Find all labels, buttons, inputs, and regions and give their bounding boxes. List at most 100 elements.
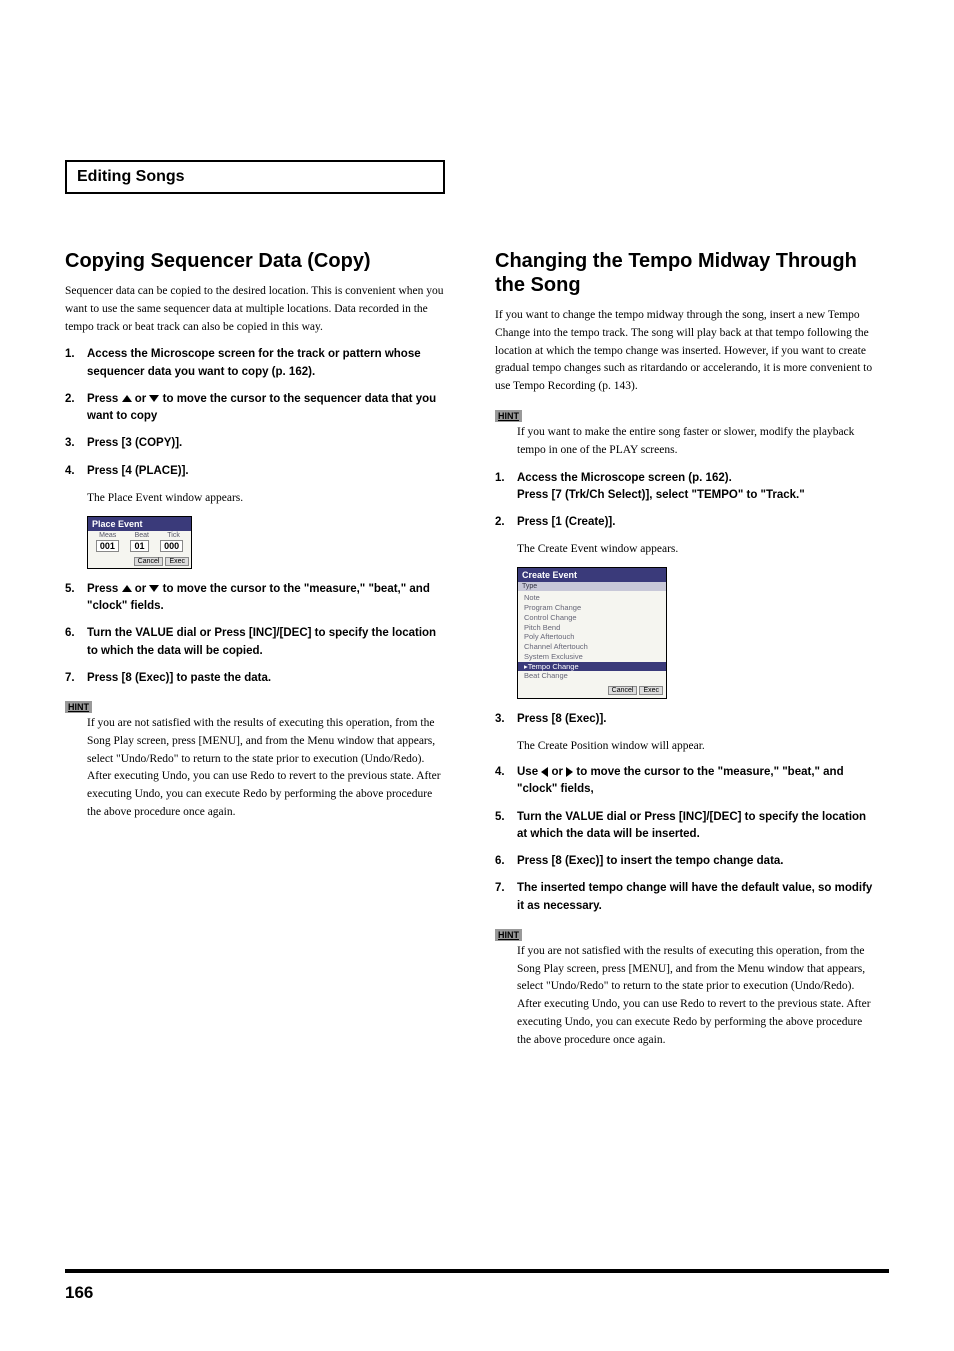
txt-a: Press bbox=[87, 583, 122, 595]
txt-b: or bbox=[135, 393, 150, 405]
txt-a: Use bbox=[517, 766, 541, 778]
left-step-3: 3. Press [3 (COPY)]. bbox=[65, 435, 445, 452]
arrow-up-icon bbox=[122, 585, 132, 592]
cancel-button: Cancel bbox=[608, 686, 638, 695]
step-text: Access the Microscope screen (p. 162). P… bbox=[517, 470, 875, 505]
footer-rule bbox=[65, 1269, 889, 1273]
step-number: 4. bbox=[65, 463, 79, 480]
create-event-buttons: Cancel Exec bbox=[518, 683, 666, 698]
ce-item: Program Change bbox=[524, 603, 660, 613]
exec-button: Exec bbox=[639, 686, 663, 695]
place-event-screenshot: Place Event Meas Beat Tick 001 01 000 Ca… bbox=[87, 516, 192, 569]
section-header-box: Editing Songs bbox=[65, 160, 445, 194]
ce-item: Poly Aftertouch bbox=[524, 632, 660, 642]
step-number: 3. bbox=[65, 435, 79, 452]
ce-item: Control Change bbox=[524, 613, 660, 623]
place-event-title: Place Event bbox=[88, 517, 191, 531]
step-number: 6. bbox=[495, 853, 509, 870]
label-meas: Meas bbox=[99, 532, 116, 539]
left-step-4-sub: The Place Event window appears. bbox=[87, 490, 445, 508]
right-hint2-body: If you are not satisfied with the result… bbox=[517, 943, 875, 1050]
right-step-3: 3. Press [8 (Exec)]. bbox=[495, 711, 875, 728]
left-column: Copying Sequencer Data (Copy) Sequencer … bbox=[65, 249, 445, 1060]
step-number: 7. bbox=[65, 670, 79, 687]
step-text: Press or to move the cursor to the "meas… bbox=[87, 581, 445, 616]
cancel-button: Cancel bbox=[134, 557, 164, 566]
step-text: Turn the VALUE dial or Press [INC]/[DEC]… bbox=[87, 625, 445, 660]
arrow-down-icon bbox=[149, 585, 159, 592]
step-text: Access the Microscope screen for the tra… bbox=[87, 346, 445, 381]
right-step-6: 6. Press [8 (Exec)] to insert the tempo … bbox=[495, 853, 875, 870]
step-text: The inserted tempo change will have the … bbox=[517, 880, 875, 915]
right-intro: If you want to change the tempo midway t… bbox=[495, 307, 875, 396]
left-step-5: 5. Press or to move the cursor to the "m… bbox=[65, 581, 445, 616]
step-number: 2. bbox=[495, 514, 509, 531]
right-step-5: 5. Turn the VALUE dial or Press [INC]/[D… bbox=[495, 809, 875, 844]
exec-button: Exec bbox=[165, 557, 189, 566]
step-text: Use or to move the cursor to the "measur… bbox=[517, 764, 875, 799]
right-column: Changing the Tempo Midway Through the So… bbox=[495, 249, 875, 1060]
txt-a: Access the Microscope screen (p. 162). bbox=[517, 472, 732, 484]
left-step-6: 6. Turn the VALUE dial or Press [INC]/[D… bbox=[65, 625, 445, 660]
val-meas: 001 bbox=[96, 540, 119, 552]
step-text: Press [8 (Exec)] to insert the tempo cha… bbox=[517, 853, 875, 870]
txt-a: Press bbox=[87, 393, 122, 405]
right-step-2: 2. Press [1 (Create)]. bbox=[495, 514, 875, 531]
txt-b: or bbox=[552, 766, 567, 778]
step-text: Press [8 (Exec)]. bbox=[517, 711, 875, 728]
right-step-2-sub: The Create Event window appears. bbox=[517, 541, 875, 559]
label-beat: Beat bbox=[135, 532, 149, 539]
place-event-labels: Meas Beat Tick bbox=[88, 531, 191, 539]
step-number: 7. bbox=[495, 880, 509, 915]
create-event-sub: Type bbox=[518, 582, 666, 591]
step-number: 5. bbox=[495, 809, 509, 844]
left-intro: Sequencer data can be copied to the desi… bbox=[65, 283, 445, 336]
place-event-buttons: Cancel Exec bbox=[88, 555, 191, 568]
step-number: 2. bbox=[65, 391, 79, 426]
ce-item: System Exclusive bbox=[524, 652, 660, 662]
step-number: 3. bbox=[495, 711, 509, 728]
step-text: Turn the VALUE dial or Press [INC]/[DEC]… bbox=[517, 809, 875, 844]
left-step-1: 1. Access the Microscope screen for the … bbox=[65, 346, 445, 381]
txt-b: or bbox=[135, 583, 150, 595]
step-number: 1. bbox=[65, 346, 79, 381]
ce-item: Pitch Bend bbox=[524, 623, 660, 633]
hint-label: HINT bbox=[65, 701, 92, 713]
step-number: 4. bbox=[495, 764, 509, 799]
left-title: Copying Sequencer Data (Copy) bbox=[65, 249, 445, 273]
arrow-left-icon bbox=[541, 767, 548, 777]
create-event-title: Create Event bbox=[518, 568, 666, 582]
step-text: Press or to move the cursor to the seque… bbox=[87, 391, 445, 426]
ce-item: Note bbox=[524, 593, 660, 603]
page-number: 166 bbox=[65, 1283, 93, 1303]
ce-item-selected: ▸Tempo Change bbox=[518, 662, 666, 672]
val-tick: 000 bbox=[160, 540, 183, 552]
ce-item: Channel Aftertouch bbox=[524, 642, 660, 652]
step-number: 6. bbox=[65, 625, 79, 660]
val-beat: 01 bbox=[130, 540, 148, 552]
right-step-7: 7. The inserted tempo change will have t… bbox=[495, 880, 875, 915]
ce-item: Beat Change bbox=[524, 671, 660, 681]
arrow-up-icon bbox=[122, 395, 132, 402]
step-text: Press [4 (PLACE)]. bbox=[87, 463, 445, 480]
step-text: Press [3 (COPY)]. bbox=[87, 435, 445, 452]
right-title: Changing the Tempo Midway Through the So… bbox=[495, 249, 875, 297]
arrow-right-icon bbox=[566, 767, 573, 777]
step-text: Press [1 (Create)]. bbox=[517, 514, 875, 531]
hint-label: HINT bbox=[495, 929, 522, 941]
left-step-4: 4. Press [4 (PLACE)]. bbox=[65, 463, 445, 480]
right-step-1: 1. Access the Microscope screen (p. 162)… bbox=[495, 470, 875, 505]
two-column-layout: Copying Sequencer Data (Copy) Sequencer … bbox=[65, 249, 889, 1060]
hint-label: HINT bbox=[495, 410, 522, 422]
place-event-values: 001 01 000 bbox=[88, 539, 191, 555]
right-step-3-sub: The Create Position window will appear. bbox=[517, 738, 875, 756]
section-header: Editing Songs bbox=[77, 168, 185, 185]
arrow-down-icon bbox=[149, 395, 159, 402]
left-hint-body: If you are not satisfied with the result… bbox=[87, 715, 445, 822]
create-event-screenshot: Create Event Type Note Program Change Co… bbox=[517, 567, 667, 699]
right-step-4: 4. Use or to move the cursor to the "mea… bbox=[495, 764, 875, 799]
step-number: 1. bbox=[495, 470, 509, 505]
label-tick: Tick bbox=[167, 532, 180, 539]
step-number: 5. bbox=[65, 581, 79, 616]
txt-b: Press [7 (Trk/Ch Select)], select "TEMPO… bbox=[517, 489, 805, 501]
